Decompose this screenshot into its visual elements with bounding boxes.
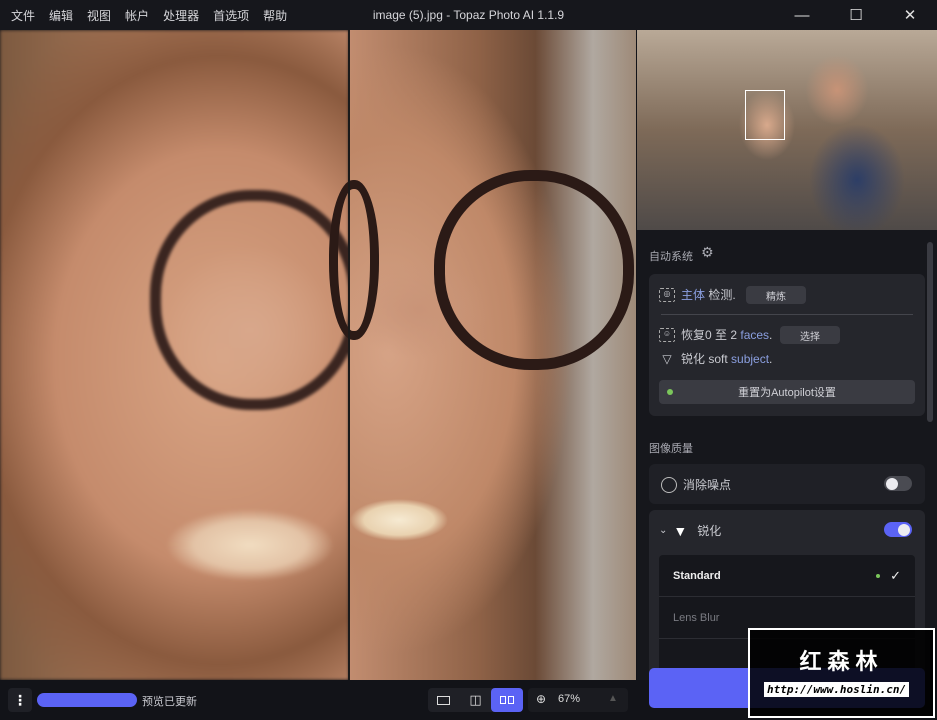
- active-dot-icon: [876, 573, 881, 578]
- zoom-value: 67%: [558, 693, 581, 705]
- view-mode-group: ◫: [428, 688, 524, 712]
- close-button[interactable]: ✕: [883, 0, 937, 30]
- zoom-control[interactable]: ⊕ 67% ▲: [528, 688, 628, 712]
- chevron-down-icon[interactable]: ⌄: [659, 525, 667, 536]
- subject-detect-icon: ◎: [659, 287, 675, 302]
- zoom-icon: ⊕: [536, 692, 547, 706]
- menu-preferences[interactable]: 首选项: [206, 7, 256, 24]
- subject-link[interactable]: 主体: [681, 288, 705, 302]
- image-quality-title: 图像质量: [649, 443, 693, 455]
- original-preview: [0, 30, 360, 680]
- faces-link[interactable]: faces: [740, 328, 769, 342]
- denoise-icon: [661, 476, 677, 493]
- menu-edit[interactable]: 编辑: [42, 7, 80, 24]
- sharpen-icon: ▽: [662, 351, 672, 366]
- model-item-standard[interactable]: Standard ✓: [659, 555, 915, 597]
- processed-preview: [329, 30, 636, 680]
- refine-button[interactable]: 精炼: [746, 286, 806, 304]
- title-bar: 文件 编辑 视图 帐户 处理器 首选项 帮助 image (5).jpg - T…: [0, 0, 937, 30]
- panel-scrollbar[interactable]: [927, 242, 933, 422]
- more-menu-icon[interactable]: ⋮: [8, 688, 32, 712]
- select-button[interactable]: 选择: [780, 326, 840, 344]
- minimize-button[interactable]: —: [775, 0, 829, 30]
- right-panel: 自动系统 ⚙ ◎ 主体 检测. 精炼 ☺ 恢复0 至 2 faces. 选择 ▽…: [637, 30, 937, 680]
- denoise-card[interactable]: 消除噪点: [649, 464, 925, 504]
- status-dot-icon: [667, 389, 673, 395]
- single-view-icon: [437, 695, 451, 705]
- progress-bar: [37, 693, 137, 707]
- face-detect-icon: ☺: [659, 327, 675, 342]
- status-text: 预览已更新: [142, 696, 197, 708]
- zoom-up-icon[interactable]: ▲: [608, 693, 618, 704]
- menu-processor[interactable]: 处理器: [156, 7, 206, 24]
- menu-file[interactable]: 文件: [4, 7, 42, 24]
- compare-divider[interactable]: [348, 30, 350, 680]
- autopilot-card: ◎ 主体 检测. 精炼 ☺ 恢复0 至 2 faces. 选择 ▽ 锐化 sof…: [649, 274, 925, 416]
- sharpen-label: 锐化: [697, 524, 722, 538]
- denoise-label: 消除噪点: [683, 478, 732, 492]
- view-single-button[interactable]: [428, 688, 460, 712]
- checkmark-icon: ✓: [890, 567, 901, 583]
- view-side-by-side-button[interactable]: [491, 688, 524, 712]
- menu-account[interactable]: 帐户: [118, 7, 156, 24]
- image-canvas[interactable]: [0, 30, 636, 680]
- menu-help[interactable]: 帮助: [256, 7, 294, 24]
- face-box[interactable]: [745, 90, 785, 140]
- split-view-icon: ◫: [469, 692, 482, 707]
- denoise-toggle[interactable]: [884, 476, 912, 491]
- subject-type-link[interactable]: subject: [731, 352, 769, 366]
- gear-icon[interactable]: ⚙: [701, 244, 714, 261]
- menu-view[interactable]: 视图: [80, 7, 118, 24]
- view-split-button[interactable]: ◫: [460, 688, 492, 712]
- navigator-thumbnail[interactable]: [637, 30, 937, 230]
- watermark-logo: 红森林 http://www.hoslin.cn/: [748, 628, 935, 718]
- side-by-side-icon: [500, 696, 507, 704]
- menu-bar: 文件 编辑 视图 帐户 处理器 首选项 帮助: [0, 7, 294, 24]
- sharpen-icon: ▼: [673, 522, 688, 539]
- reset-autopilot-button[interactable]: 重置为Autopilot设置: [659, 380, 915, 404]
- autopilot-title: 自动系统: [649, 251, 693, 263]
- sharpen-toggle[interactable]: [884, 522, 912, 537]
- maximize-button[interactable]: ☐: [829, 0, 883, 30]
